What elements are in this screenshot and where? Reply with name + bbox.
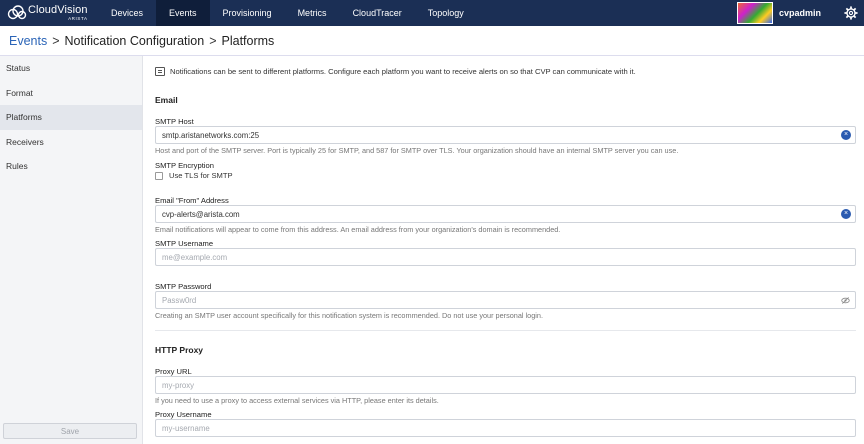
proxy-username-placeholder: my-username xyxy=(162,423,210,433)
proxy-username-input[interactable]: my-username xyxy=(155,419,856,437)
from-address-input[interactable]: cvp-alerts@arista.com × xyxy=(155,205,856,223)
smtp-host-input[interactable]: smtp.aristanetworks.com:25 × xyxy=(155,126,856,144)
brand-text: CloudVision ARISTA xyxy=(28,3,88,22)
top-nav-bar: CloudVision ARISTA Devices Events Provis… xyxy=(0,0,864,26)
proxy-url-placeholder: my-proxy xyxy=(162,380,195,390)
breadcrumb-platforms: Platforms xyxy=(221,33,275,48)
proxy-username-label: Proxy Username xyxy=(155,410,212,419)
nav-topology[interactable]: Topology xyxy=(415,0,477,26)
user-area: cvpadmin xyxy=(736,0,864,26)
gear-icon[interactable] xyxy=(844,6,858,20)
nav-events[interactable]: Events xyxy=(156,0,210,26)
username[interactable]: cvpadmin xyxy=(779,8,821,18)
smtp-username-input[interactable]: me@example.com xyxy=(155,248,856,266)
cloudvision-logo[interactable]: CloudVision ARISTA xyxy=(0,0,98,26)
sidebar-item-status[interactable]: Status xyxy=(0,56,142,81)
nav-devices[interactable]: Devices xyxy=(98,0,156,26)
document-icon xyxy=(155,67,165,76)
smtp-host-label: SMTP Host xyxy=(155,117,194,126)
avatar[interactable] xyxy=(736,2,773,24)
use-tls-label: Use TLS for SMTP xyxy=(169,171,233,180)
email-section-title: Email xyxy=(155,95,178,105)
smtp-username-placeholder: me@example.com xyxy=(162,252,228,262)
smtp-password-label: SMTP Password xyxy=(155,282,212,291)
cloud-logo-icon xyxy=(7,5,27,20)
sidebar-item-platforms[interactable]: Platforms xyxy=(0,105,142,130)
from-address-label: Email "From" Address xyxy=(155,196,229,205)
proxy-url-help: If you need to use a proxy to access ext… xyxy=(155,396,439,405)
breadcrumb-separator: > xyxy=(209,33,217,48)
info-banner: Notifications can be sent to different p… xyxy=(155,67,636,76)
nav-metrics[interactable]: Metrics xyxy=(285,0,340,26)
breadcrumb-notification-configuration: Notification Configuration xyxy=(64,33,205,48)
clear-icon[interactable]: × xyxy=(841,209,851,219)
smtp-password-help: Creating an SMTP user account specifical… xyxy=(155,311,543,320)
use-tls-row: Use TLS for SMTP xyxy=(155,171,233,180)
from-address-value: cvp-alerts@arista.com xyxy=(162,209,240,219)
clear-icon[interactable]: × xyxy=(841,130,851,140)
info-text: Notifications can be sent to different p… xyxy=(170,67,636,76)
smtp-host-help: Host and port of the SMTP server. Port i… xyxy=(155,146,679,155)
hide-password-icon[interactable] xyxy=(841,296,850,305)
http-proxy-section-title: HTTP Proxy xyxy=(155,345,204,355)
sidebar-item-format[interactable]: Format xyxy=(0,81,142,106)
proxy-url-label: Proxy URL xyxy=(155,367,192,376)
smtp-host-value: smtp.aristanetworks.com:25 xyxy=(162,130,260,140)
proxy-url-input[interactable]: my-proxy xyxy=(155,376,856,394)
sidebar-item-receivers[interactable]: Receivers xyxy=(0,130,142,155)
brand-sub: ARISTA xyxy=(68,15,88,21)
smtp-password-placeholder: Passw0rd xyxy=(162,295,197,305)
sidebar: Status Format Platforms Receivers Rules … xyxy=(0,56,143,444)
nav-provisioning[interactable]: Provisioning xyxy=(210,0,285,26)
nav-cloudtracer[interactable]: CloudTracer xyxy=(340,0,415,26)
save-button[interactable]: Save xyxy=(3,423,137,439)
use-tls-checkbox[interactable] xyxy=(155,171,163,180)
section-divider xyxy=(155,330,856,331)
smtp-encryption-label: SMTP Encryption xyxy=(155,161,214,170)
smtp-password-input[interactable]: Passw0rd xyxy=(155,291,856,309)
from-address-help: Email notifications will appear to come … xyxy=(155,225,561,234)
breadcrumb-separator: > xyxy=(52,33,60,48)
smtp-username-label: SMTP Username xyxy=(155,239,214,248)
breadcrumb: Events > Notification Configuration > Pl… xyxy=(0,26,864,56)
sidebar-item-rules[interactable]: Rules xyxy=(0,154,142,179)
platforms-form: Notifications can be sent to different p… xyxy=(143,56,864,444)
breadcrumb-events[interactable]: Events xyxy=(9,34,47,48)
brand-name: CloudVision xyxy=(28,3,88,16)
